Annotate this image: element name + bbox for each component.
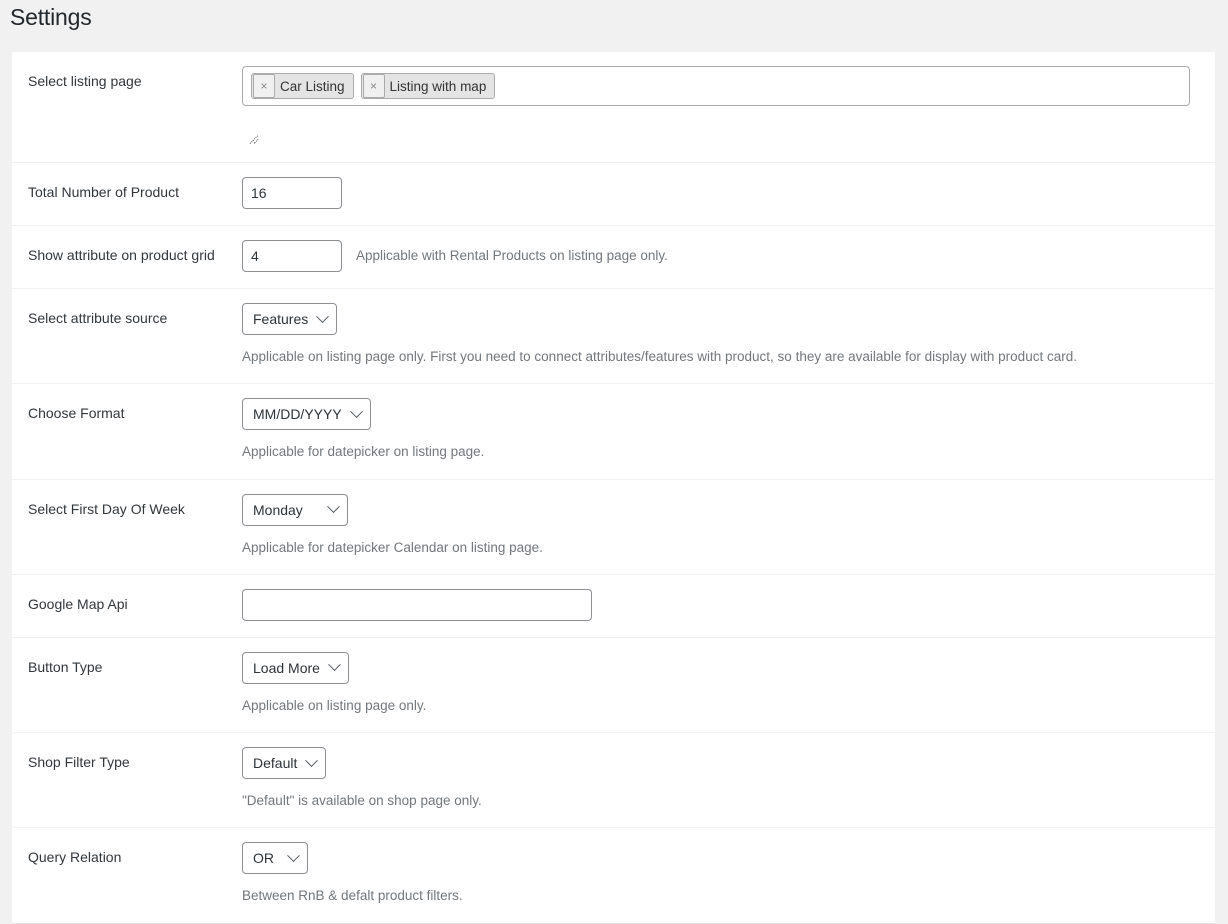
settings-panel: Select listing page × Car Listing × List… [12,52,1215,924]
token-label: Listing with map [389,78,487,94]
field-select-first-day-of-week: Monday Applicable for datepicker Calenda… [242,479,1215,574]
label-total-number-of-product: Total Number of Product [28,184,179,200]
description-show-attribute-on-product-grid: Applicable with Rental Products on listi… [356,247,668,263]
row-show-attribute-on-product-grid: Show attribute on product grid Applicabl… [12,226,1215,289]
row-select-listing-page: Select listing page × Car Listing × List… [12,52,1215,163]
attribute-grid-inline-group: Applicable with Rental Products on listi… [242,240,1203,272]
field-button-type: Load More Applicable on listing page onl… [242,637,1215,732]
select-choose-format[interactable]: MM/DD/YYYY [242,398,371,431]
chevron-down-icon [328,658,341,672]
token-label: Car Listing [280,78,345,94]
label-query-relation: Query Relation [28,849,122,866]
select-button-type[interactable]: Load More [242,651,349,684]
label-select-listing-page: Select listing page [28,73,142,89]
label-google-map-api: Google Map Api [28,595,128,612]
select-query-relation[interactable]: OR [242,842,308,875]
label-button-type: Button Type [28,658,103,675]
row-google-map-api: Google Map Api [12,574,1215,638]
description-shop-filter-type: "Default" is available on shop page only… [242,793,482,808]
field-total-number-of-product [242,163,1215,226]
row-query-relation: Query Relation OR Between RnB & defalt p… [12,828,1215,923]
show-attribute-on-product-grid-input[interactable] [242,240,342,272]
chevron-down-icon [305,753,319,767]
row-select-attribute-source: Select attribute source Features Applica… [12,289,1215,384]
field-show-attribute-on-product-grid: Applicable with Rental Products on listi… [242,226,1215,289]
token-car-listing[interactable]: × Car Listing [251,73,354,99]
label-select-first-day-of-week: Select First Day Of Week [28,500,185,517]
google-map-api-input[interactable] [242,588,592,621]
remove-token-icon[interactable]: × [362,74,385,98]
description-query-relation: Between RnB & defalt product filters. [242,888,463,904]
listing-page-token-wrap: × Car Listing × Listing with map [242,66,1190,146]
field-query-relation: OR Between RnB & defalt product filters. [242,828,1215,923]
select-button-type-value: Load More [253,659,320,676]
page-title: Settings [10,4,92,30]
token-listing-with-map[interactable]: × Listing with map [360,73,496,99]
select-shop-filter-type[interactable]: Default [242,747,327,779]
label-choose-format: Choose Format [28,405,125,422]
listing-page-token-input[interactable]: × Car Listing × Listing with map [242,66,1190,106]
select-first-day-of-week[interactable]: Monday [242,493,348,526]
field-choose-format: MM/DD/YYYY Applicable for datepicker on … [242,384,1215,479]
description-select-attribute-source: Applicable on listing page only. First y… [242,349,1077,364]
label-shop-filter-type: Shop Filter Type [28,754,130,770]
description-choose-format: Applicable for datepicker on listing pag… [242,444,485,460]
field-google-map-api [242,574,1215,637]
row-shop-filter-type: Shop Filter Type Default "Default" is av… [12,733,1215,828]
select-attribute-source[interactable]: Features [242,303,338,335]
chevron-down-icon [327,500,340,514]
field-shop-filter-type: Default "Default" is available on shop p… [242,733,1215,828]
label-show-attribute-on-product-grid: Show attribute on product grid [28,247,215,263]
row-choose-format: Choose Format MM/DD/YYYY Applicable for … [12,384,1215,479]
row-total-number-of-product: Total Number of Product [12,163,1215,226]
resize-grip-icon[interactable] [248,132,262,146]
chevron-down-icon [287,849,300,862]
select-query-relation-value: OR [253,850,274,867]
row-select-first-day-of-week: Select First Day Of Week Monday Applicab… [12,479,1215,575]
settings-form-table: Select listing page × Car Listing × List… [12,52,1215,923]
row-button-type: Button Type Load More Applicable on list… [12,637,1215,733]
field-select-attribute-source: Features Applicable on listing page only… [242,289,1215,384]
total-number-of-product-input[interactable] [242,177,342,209]
label-select-attribute-source: Select attribute source [28,310,168,326]
description-button-type: Applicable on listing page only. [242,697,427,713]
select-choose-format-value: MM/DD/YYYY [253,406,342,423]
chevron-down-icon [316,309,330,323]
remove-token-icon[interactable]: × [253,74,275,98]
description-select-first-day-of-week: Applicable for datepicker Calendar on li… [242,539,543,555]
field-select-listing-page: × Car Listing × Listing with map [242,52,1215,163]
select-attribute-source-value: Features [253,311,309,327]
select-shop-filter-type-value: Default [253,755,298,771]
select-first-day-of-week-value: Monday [253,501,303,518]
chevron-down-icon [349,405,363,418]
